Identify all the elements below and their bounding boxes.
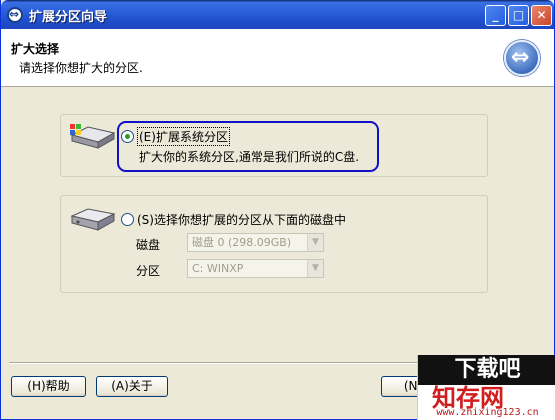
wizard-window: 扩展分区向导 _ □ ✕ 扩大选择 请选择你想扩大的分区. (E)扩展系统分区 … [0,0,555,420]
wizard-header: 扩大选择 请选择你想扩大的分区. [1,29,554,87]
watermark-url: www.zhixing123.cn [436,407,539,418]
disk-select-value: 磁盘 0 (298.09GB) [192,236,292,249]
extend-partition-icon [504,40,540,76]
partition-select[interactable]: C: WINXP ▼ [187,259,324,278]
system-disk-icon [70,124,116,149]
disk-label: 磁盘 [136,238,161,252]
header-subtitle: 请选择你想扩大的分区. [19,61,143,75]
choose-partition-radio[interactable] [121,213,134,226]
window-title: 扩展分区向导 [29,10,108,25]
about-button[interactable]: (A)关于 [96,376,168,397]
disk-select[interactable]: 磁盘 0 (298.09GB) ▼ [187,233,324,252]
header-title: 扩大选择 [11,42,60,56]
chevron-down-icon[interactable]: ▼ [307,234,323,251]
site-watermark: 下载吧 知存网 www.zhixing123.cn [417,355,555,420]
maximize-button[interactable]: □ [508,5,529,26]
title-bar[interactable]: 扩展分区向导 _ □ ✕ [1,0,554,29]
hard-disk-icon [70,208,116,231]
help-button[interactable]: (H)帮助 [11,376,86,397]
partition-select-value: C: WINXP [192,262,244,275]
minimize-button[interactable]: _ [485,5,506,26]
selection-highlight-ring [117,121,379,172]
chevron-down-icon[interactable]: ▼ [307,260,323,277]
app-icon [7,7,23,23]
partition-label: 分区 [136,264,161,278]
close-button[interactable]: ✕ [531,5,552,26]
choose-partition-label[interactable]: (S)选择你想扩展的分区从下面的磁盘中 [137,211,346,228]
choose-partition-option[interactable]: (S)选择你想扩展的分区从下面的磁盘中 [121,211,346,228]
